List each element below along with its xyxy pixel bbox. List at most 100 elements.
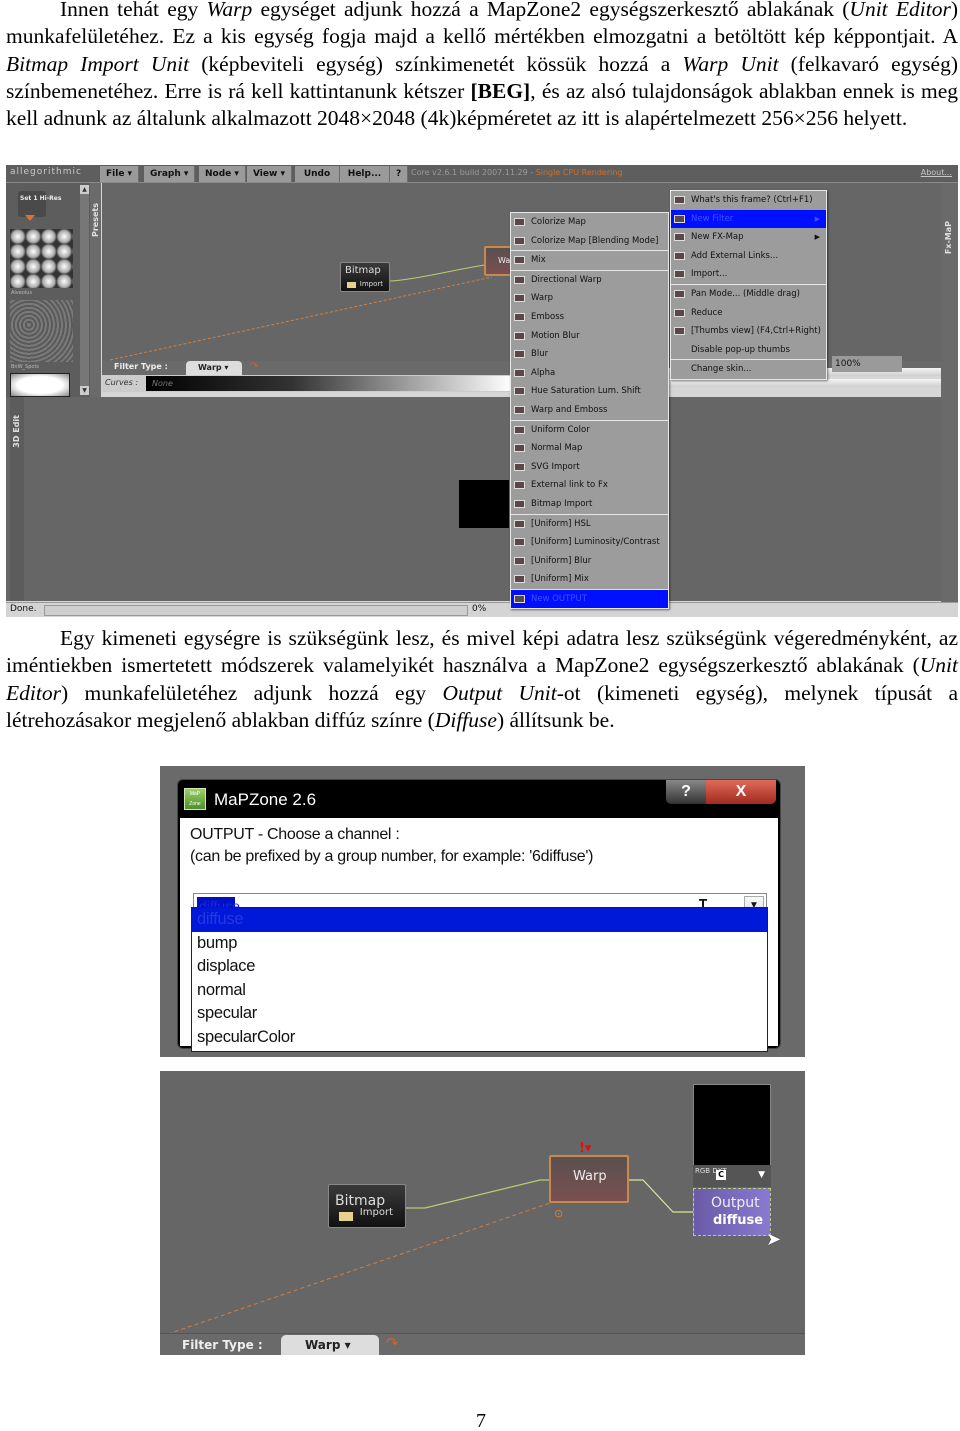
curves-field[interactable]: None	[146, 376, 512, 391]
menu-item[interactable]: New OUTPUT	[511, 589, 668, 609]
bitmap-import-node[interactable]: Bitmap Import	[340, 262, 390, 292]
zoom-control[interactable]: 100%	[832, 356, 902, 372]
compress-toggle[interactable]: C	[716, 1170, 726, 1180]
colorize-blend-icon	[514, 236, 525, 245]
uniform-color-icon	[514, 425, 525, 434]
menu-item[interactable]: Mix	[511, 251, 668, 270]
menu-item[interactable]: Hue Saturation Lum. Shift	[511, 382, 668, 401]
menu-item[interactable]: Normal Map	[511, 439, 668, 458]
3d-edit-tab[interactable]: 3D Edit	[10, 397, 24, 601]
menu-node[interactable]: Node ▾	[199, 166, 246, 182]
menu-item[interactable]: Change skin...	[671, 360, 826, 379]
scroll-up-icon[interactable]: ▲	[80, 185, 89, 194]
menu-item[interactable]: What's this frame? (Ctrl+F1)	[671, 191, 826, 210]
preset-thumb-alveolus[interactable]	[10, 229, 73, 288]
dropdown-option[interactable]: bump	[192, 932, 767, 956]
image-icon	[347, 282, 356, 288]
menu-item-label: External link to Fx	[531, 480, 608, 491]
version-info: Core v2.6.1 build 2007.11.29 - Single CP…	[411, 168, 622, 177]
help-button[interactable]: ?	[666, 780, 706, 804]
menu-item-label: [Uniform] Mix	[531, 574, 589, 585]
menu-item[interactable]: Import...	[671, 265, 826, 284]
menu-item[interactable]: Uniform Color	[511, 421, 668, 440]
menu-item[interactable]: [Uniform] Blur	[511, 552, 668, 571]
menu-item-label: Colorize Map [Blending Mode]	[531, 235, 659, 246]
preset-dropdown-icon[interactable]	[25, 215, 35, 221]
term-beg: [BEG]	[470, 78, 531, 103]
zoom-value: 100%	[835, 359, 861, 369]
dropdown-option[interactable]: diffuse	[192, 908, 767, 932]
close-button[interactable]: X	[706, 780, 776, 804]
menu-item[interactable]: External link to Fx	[511, 476, 668, 495]
preset-thumb-bnw-spots[interactable]	[10, 300, 73, 362]
fxmap-tab[interactable]: Fx-MaP	[941, 183, 958, 603]
menu-item[interactable]: Warp and Emboss	[511, 401, 668, 420]
bitmap-import-node[interactable]: Bitmap Import	[328, 1184, 406, 1228]
filter-type-select[interactable]: Warp ▾	[186, 361, 242, 375]
menu-undo[interactable]: Undo	[295, 166, 340, 182]
dropdown-option[interactable]: specular	[192, 1002, 767, 1026]
filter-type-label: Filter Type :	[114, 362, 168, 371]
preset-scrollbar[interactable]: ▲ ▼	[80, 185, 89, 395]
wire-dashed	[109, 276, 493, 361]
menu-item[interactable]: Disable pop-up thumbs	[671, 341, 826, 360]
dropdown-option[interactable]: displace	[192, 955, 767, 979]
menu-item-label: Alpha	[531, 367, 556, 378]
menu-item[interactable]: Add External Links...	[671, 247, 826, 266]
output-node[interactable]: Output diffuse	[693, 1188, 771, 1236]
dropdown-option[interactable]: normal	[192, 979, 767, 1003]
new-filter-submenu: Colorize Map Colorize Map [Blending Mode]…	[510, 212, 669, 610]
menu-item[interactable]: [Thumbs view] (F4,Ctrl+Right)	[671, 322, 826, 341]
timeline-ruler-2[interactable]	[666, 379, 942, 387]
paragraph-output: Egy kimeneti egységre is szükségünk lesz…	[6, 625, 958, 734]
menu-graph[interactable]: Graph ▾	[144, 166, 196, 182]
menu-item[interactable]: Warp	[511, 289, 668, 308]
menu-file[interactable]: File ▾	[100, 166, 140, 182]
menu-item[interactable]: Blur	[511, 345, 668, 364]
preset-thumb-3[interactable]	[10, 373, 70, 397]
import-icon	[674, 270, 685, 279]
about-link[interactable]: About...	[921, 168, 952, 177]
menu-item[interactable]: Colorize Map	[511, 213, 668, 232]
warp-node[interactable]: Warp	[549, 1155, 629, 1203]
dropdown-option[interactable]: specularColor	[192, 1026, 767, 1050]
menu-item-label: Pan Mode... (Middle drag)	[691, 288, 800, 299]
directional-warp-icon	[514, 275, 525, 284]
undo-arrow-icon[interactable]: ↷	[386, 1334, 399, 1352]
3d-edit-panel[interactable]: 3D Edit	[6, 397, 958, 601]
menu-view[interactable]: View ▾	[247, 166, 292, 182]
normal-map-icon	[514, 444, 525, 453]
menu-item[interactable]: [Uniform] Luminosity/Contrast	[511, 533, 668, 552]
text: egységet adjunk hozzá a MapZone2 egységs…	[252, 0, 850, 21]
mouse-cursor-icon: ➤	[766, 1229, 782, 1250]
undo-arrow-icon[interactable]: ↷	[250, 361, 258, 372]
menu-help[interactable]: Help...	[340, 166, 390, 182]
menu-item[interactable]: New Filter ▶	[671, 209, 826, 229]
menu-item[interactable]: Pan Mode... (Middle drag)	[671, 285, 826, 304]
menu-item-label: Hue Saturation Lum. Shift	[531, 386, 641, 397]
node-subtitle: Import	[359, 280, 383, 288]
menu-item[interactable]: Reduce	[671, 304, 826, 323]
menu-item[interactable]: Emboss	[511, 308, 668, 327]
menu-item[interactable]: SVG Import	[511, 458, 668, 477]
menu-item[interactable]: Motion Blur	[511, 327, 668, 346]
menu-item[interactable]: [Uniform] Mix	[511, 570, 668, 589]
preset-label: Alveolus	[11, 290, 33, 296]
menu-item-label: Directional Warp	[531, 274, 602, 285]
preset-label: BnW_Spots	[11, 364, 40, 370]
text: ) munkafelületéhez adjunk hozzá egy	[60, 680, 443, 705]
uniform-mix-icon	[514, 575, 525, 584]
menu-item[interactable]: Directional Warp	[511, 271, 668, 290]
menu-item[interactable]: Colorize Map [Blending Mode]	[511, 232, 668, 251]
scroll-down-icon[interactable]: ▼	[80, 386, 89, 395]
menu-item[interactable]: Alpha	[511, 364, 668, 383]
menu-question[interactable]: ?	[390, 166, 409, 182]
menu-item[interactable]: [Uniform] HSL	[511, 515, 668, 534]
presets-panel: Set 1 Hi-Res Alveolus BnW_Spots ▲ ▼ Pres…	[6, 183, 101, 397]
menu-item-label: Import...	[691, 269, 728, 280]
presets-tab[interactable]: Presets	[90, 183, 101, 397]
filter-type-select[interactable]: Warp ▾	[281, 1335, 379, 1355]
chevron-down-icon[interactable]: ▼	[758, 1170, 765, 1180]
menu-item[interactable]: Bitmap Import	[511, 495, 668, 514]
menu-item[interactable]: New FX-Map ▶	[671, 228, 826, 247]
